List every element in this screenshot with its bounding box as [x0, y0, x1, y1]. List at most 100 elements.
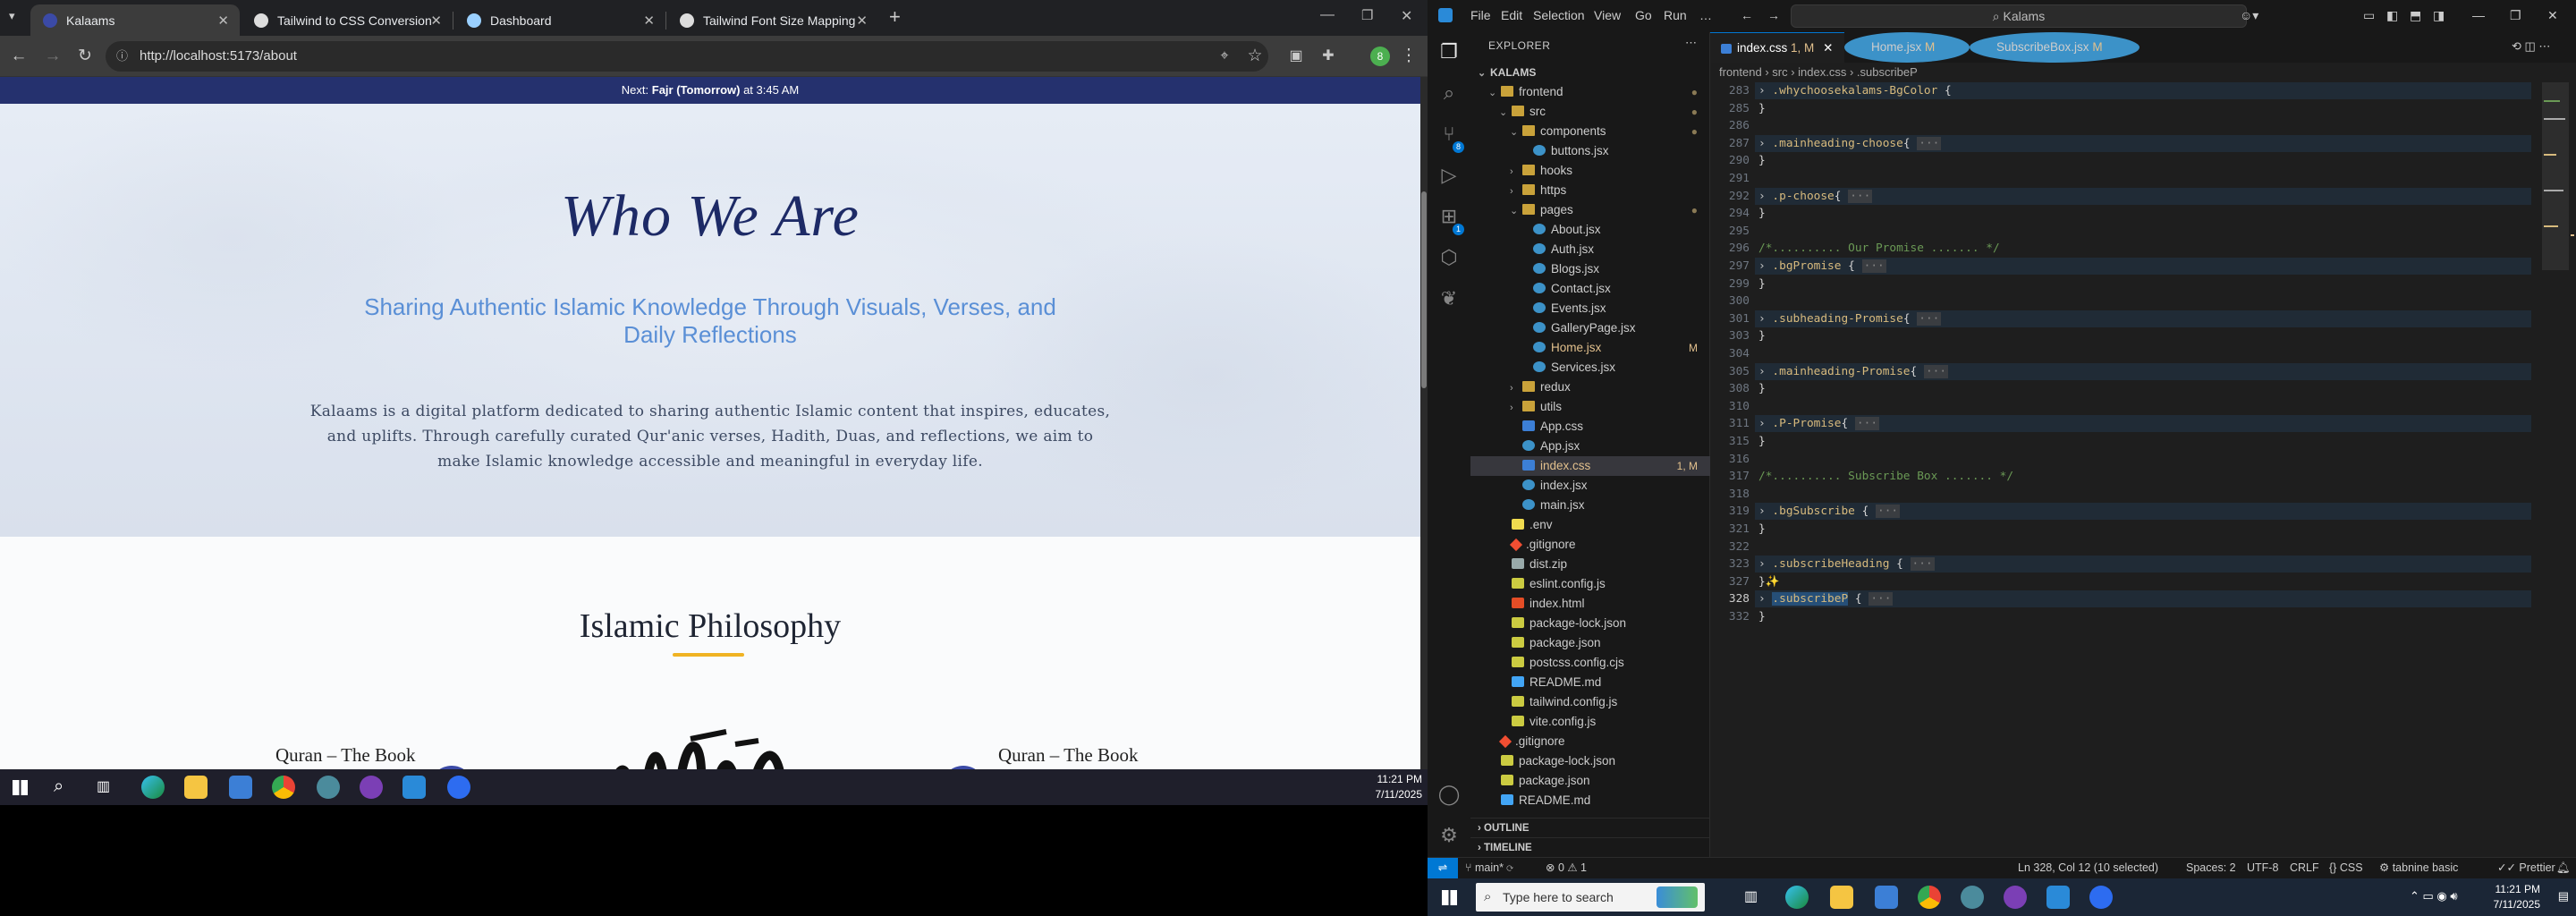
problems-status[interactable]: ⊗ 0 ⚠ 1: [1546, 858, 1587, 878]
folded-ellipsis[interactable]: ···: [1910, 557, 1935, 572]
zoom-icon[interactable]: [447, 776, 470, 799]
minimize-icon[interactable]: —: [1320, 7, 1335, 23]
browser-tab-kalaams[interactable]: Kalaams ✕: [30, 4, 240, 36]
search-icon[interactable]: ⌕: [54, 776, 64, 797]
file-tree-item[interactable]: › https: [1470, 181, 1710, 200]
command-center[interactable]: ⌕ Kalams: [1791, 4, 2247, 28]
file-tree-item[interactable]: .gitignore: [1470, 535, 1710, 555]
extension-icon[interactable]: ▣: [1284, 45, 1308, 68]
edge-icon[interactable]: [141, 776, 165, 799]
address-bar[interactable]: ⓘ http://localhost:5173/about: [106, 41, 1268, 72]
fold-chevron-icon[interactable]: ›: [1758, 557, 1772, 571]
notifications-bell-icon[interactable]: 🔔︎: [2556, 858, 2571, 878]
close-tab-icon[interactable]: ✕: [856, 13, 868, 29]
bookmark-star-icon[interactable]: ☆: [1243, 45, 1267, 68]
close-window-icon[interactable]: ✕: [2547, 8, 2558, 23]
file-tree-item[interactable]: ⌄ pages ●: [1470, 200, 1710, 220]
restore-icon[interactable]: ❐: [1361, 7, 1373, 23]
file-tree-item[interactable]: index.css 1, M: [1470, 456, 1710, 476]
menu-file[interactable]: File: [1470, 8, 1491, 22]
taskbar-clock[interactable]: 11:21 PM 7/11/2025: [1376, 772, 1423, 802]
remote-explorer-icon[interactable]: ⬡: [1436, 245, 1462, 270]
zoom-icon[interactable]: [2089, 886, 2113, 909]
file-tree-item[interactable]: eslint.config.js: [1470, 574, 1710, 594]
new-tab-icon[interactable]: +: [889, 5, 901, 29]
file-tree-item[interactable]: ⌄ frontend ●: [1470, 82, 1710, 102]
toggle-secondary-sidebar-icon[interactable]: ◨: [2433, 8, 2445, 23]
app-icon[interactable]: [1961, 886, 1984, 909]
line-ending[interactable]: CRLF: [2290, 858, 2319, 878]
explorer-icon[interactable]: ❐: [1436, 39, 1462, 64]
minimap[interactable]: [2542, 82, 2569, 857]
prettier-status[interactable]: ✓✓ Prettier: [2497, 858, 2555, 878]
fold-chevron-icon[interactable]: ›: [1758, 312, 1772, 326]
code-line[interactable]: › .p-choose{ ···: [1758, 188, 1873, 205]
tab-actions-icon[interactable]: ▾: [9, 9, 15, 23]
breadcrumb[interactable]: frontend › src › index.css › .subscribeP: [1710, 63, 2576, 82]
remote-indicator-icon[interactable]: ⇌: [1428, 858, 1458, 878]
menu-edit[interactable]: Edit: [1501, 8, 1522, 22]
file-tree-item[interactable]: package.json: [1470, 633, 1710, 653]
file-tree-item[interactable]: .gitignore: [1470, 732, 1710, 751]
root-folder[interactable]: ⌄ KALAMS: [1470, 63, 1710, 82]
file-tree-item[interactable]: README.md: [1470, 791, 1710, 810]
edge-icon[interactable]: [1785, 886, 1809, 909]
editor-tab-home-jsx[interactable]: Home.jsx M: [1844, 32, 1970, 63]
file-tree-item[interactable]: About.jsx: [1470, 220, 1710, 240]
file-tree-item[interactable]: Auth.jsx: [1470, 240, 1710, 259]
vscode-taskbar-icon[interactable]: [402, 776, 426, 799]
browser-tab-dashboard[interactable]: Dashboard ✕: [454, 4, 666, 36]
fold-chevron-icon[interactable]: ›: [1758, 190, 1772, 203]
toggle-sidebar-icon[interactable]: ◧: [2386, 8, 2398, 23]
file-explorer-icon[interactable]: [1830, 886, 1853, 909]
cursor-position[interactable]: Ln 328, Col 12 (10 selected): [2018, 858, 2158, 878]
system-tray-icons[interactable]: ⌃ ▭ ◉ 🔊︎: [2410, 889, 2458, 903]
run-debug-icon[interactable]: ▷: [1436, 163, 1462, 188]
fold-chevron-icon[interactable]: ›: [1758, 137, 1772, 150]
fold-chevron-icon[interactable]: ›: [1758, 417, 1772, 430]
file-tree-item[interactable]: tailwind.config.js: [1470, 692, 1710, 712]
tabnine-status[interactable]: ⚙ tabnine basic: [2379, 858, 2458, 878]
reload-icon[interactable]: ↻: [73, 45, 97, 68]
extensions-puzzle-icon[interactable]: ✚: [1317, 45, 1340, 68]
close-tab-icon[interactable]: ✕: [430, 13, 442, 29]
editor-tab-index-css[interactable]: index.css 1, M ✕: [1710, 32, 1844, 63]
chrome-icon[interactable]: [1918, 886, 1941, 909]
file-tree-item[interactable]: Blogs.jsx: [1470, 259, 1710, 279]
file-explorer-icon[interactable]: [184, 776, 208, 799]
code-line[interactable]: }: [1758, 276, 1766, 293]
file-tree-item[interactable]: Home.jsx M: [1470, 338, 1710, 358]
file-tree-item[interactable]: GalleryPage.jsx: [1470, 318, 1710, 338]
close-tab-icon[interactable]: ✕: [643, 13, 655, 29]
code-line[interactable]: › .P-Promise{ ···: [1758, 415, 1880, 432]
copilot-icon[interactable]: ☺▾: [2240, 8, 2258, 23]
code-line[interactable]: › .subscribeHeading { ···: [1758, 556, 1935, 572]
code-line[interactable]: › .mainheading-choose{ ···: [1758, 135, 1942, 152]
file-tree-item[interactable]: dist.zip: [1470, 555, 1710, 574]
store-icon[interactable]: [229, 776, 252, 799]
nav-back-icon[interactable]: ←: [1741, 8, 1753, 22]
code-line[interactable]: › .whychoosekalams-BgColor {: [1758, 82, 1952, 99]
folded-ellipsis[interactable]: ···: [1868, 592, 1894, 606]
code-line[interactable]: }: [1758, 152, 1766, 169]
file-tree-item[interactable]: › hooks: [1470, 161, 1710, 181]
file-tree-item[interactable]: Services.jsx: [1470, 358, 1710, 377]
file-tree-item[interactable]: buttons.jsx: [1470, 141, 1710, 161]
folded-ellipsis[interactable]: ···: [1848, 189, 1873, 203]
page-scrollbar[interactable]: [1420, 77, 1428, 805]
code-line[interactable]: › .subscribeP { ···: [1758, 590, 1894, 607]
code-line[interactable]: }: [1758, 380, 1766, 397]
menu-run[interactable]: Run: [1664, 8, 1687, 22]
folded-ellipsis[interactable]: ···: [1854, 417, 1880, 431]
file-tree-item[interactable]: vite.config.js: [1470, 712, 1710, 732]
close-tab-icon[interactable]: ✕: [1823, 41, 1833, 55]
minimize-icon[interactable]: —: [2472, 8, 2485, 22]
file-tree-item[interactable]: Events.jsx: [1470, 299, 1710, 318]
editor-tab-subscribebox-jsx[interactable]: SubscribeBox.jsx M: [1970, 32, 2140, 63]
code-line[interactable]: /*.......... Our Promise ....... */: [1758, 240, 2000, 257]
language-mode[interactable]: {} CSS: [2329, 858, 2363, 878]
file-tree-item[interactable]: main.jsx: [1470, 496, 1710, 515]
restore-icon[interactable]: ❐: [2510, 8, 2521, 23]
code-line[interactable]: › .mainheading-Promise{ ···: [1758, 363, 1949, 380]
notification-center-icon[interactable]: ▤: [2558, 889, 2569, 903]
